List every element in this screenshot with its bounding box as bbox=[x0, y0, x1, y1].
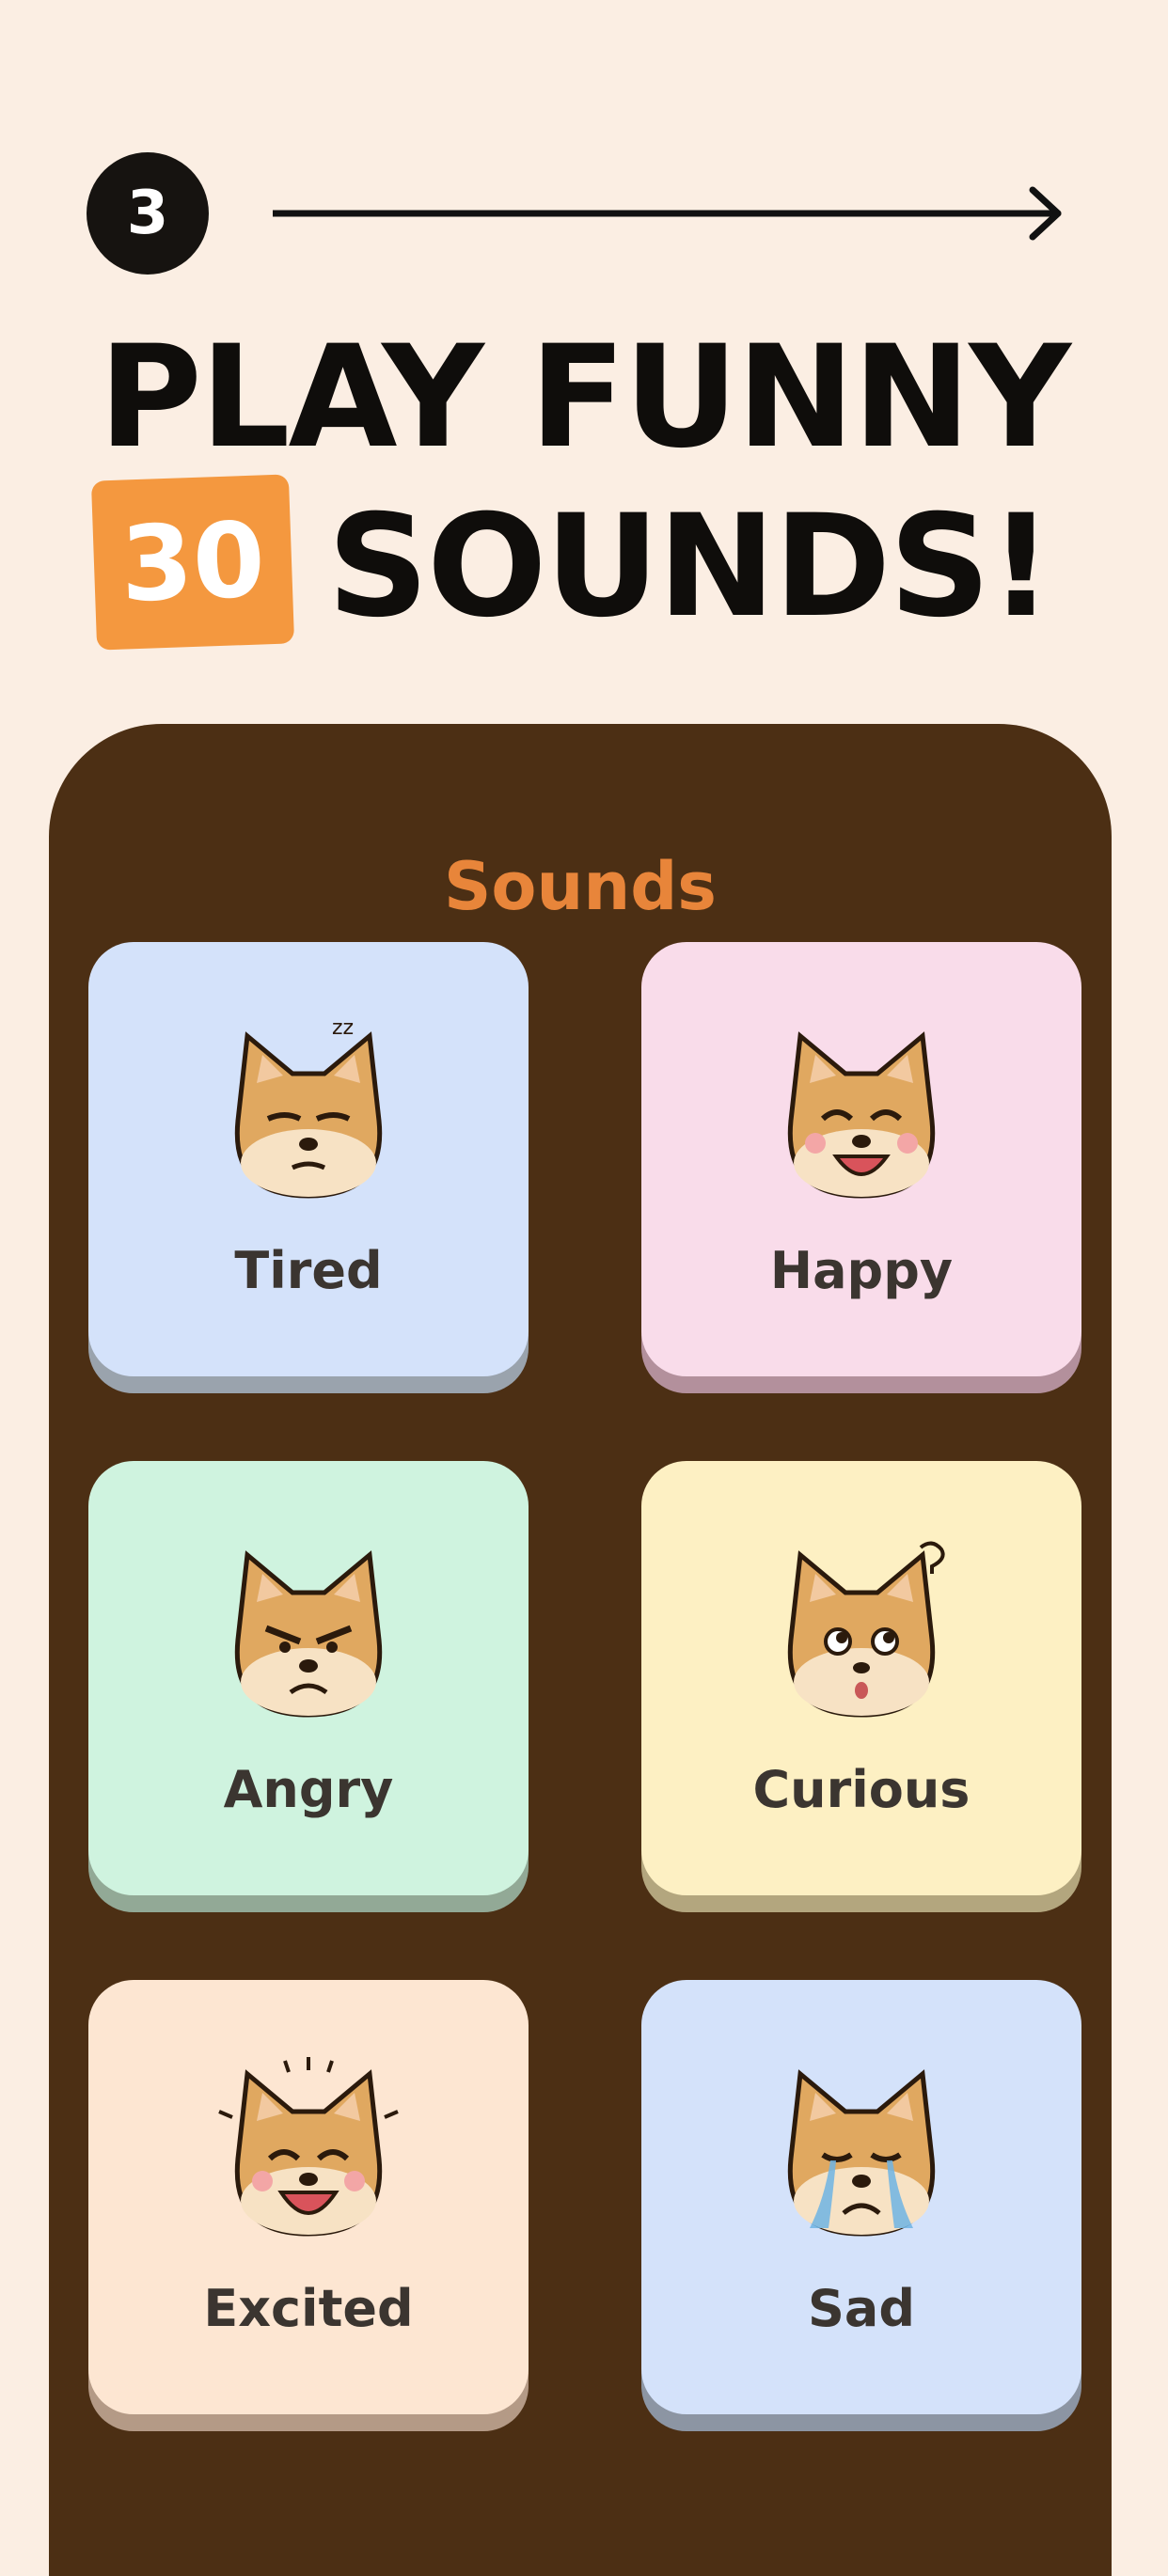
excited-dog-icon bbox=[218, 2057, 399, 2237]
sound-count-badge: 30 bbox=[90, 474, 295, 651]
tired-dog-icon: zz bbox=[234, 1017, 383, 1199]
sound-card-sad[interactable]: Sad bbox=[641, 1980, 1081, 2414]
sound-card-label: Excited bbox=[203, 2279, 414, 2338]
sound-card-label: Tired bbox=[234, 1241, 383, 1300]
sound-card-label: Sad bbox=[808, 2279, 915, 2338]
angry-dog-icon bbox=[234, 1550, 383, 1718]
sound-card-label: Curious bbox=[752, 1760, 971, 1819]
arrow-right-icon bbox=[273, 186, 1062, 241]
sound-card-happy[interactable]: Happy bbox=[641, 942, 1081, 1376]
svg-text:zz: zz bbox=[332, 1017, 354, 1040]
step-number: 3 bbox=[87, 152, 209, 275]
headline-line1: PLAY FUNNY bbox=[98, 316, 1071, 479]
headline-line2: 30 SOUNDS! bbox=[90, 474, 1081, 651]
sound-card-curious[interactable]: Curious bbox=[641, 1461, 1081, 1895]
headline-sounds: SOUNDS! bbox=[327, 485, 1053, 649]
happy-dog-icon bbox=[787, 1031, 936, 1199]
sound-card-label: Angry bbox=[223, 1760, 394, 1819]
sound-card-excited[interactable]: Excited bbox=[88, 1980, 529, 2414]
sound-card-label: Happy bbox=[769, 1241, 954, 1300]
sound-card-angry[interactable]: Angry bbox=[88, 1461, 529, 1895]
sound-card-tired[interactable]: zz Tired bbox=[88, 942, 529, 1376]
curious-dog-icon bbox=[787, 1541, 945, 1718]
sad-dog-icon bbox=[787, 2069, 936, 2237]
sounds-panel: Sounds zz Tired Happy Angry Curious Exci… bbox=[49, 724, 1112, 2576]
panel-title: Sounds bbox=[444, 848, 717, 925]
step-indicator: 3 bbox=[87, 152, 1065, 275]
